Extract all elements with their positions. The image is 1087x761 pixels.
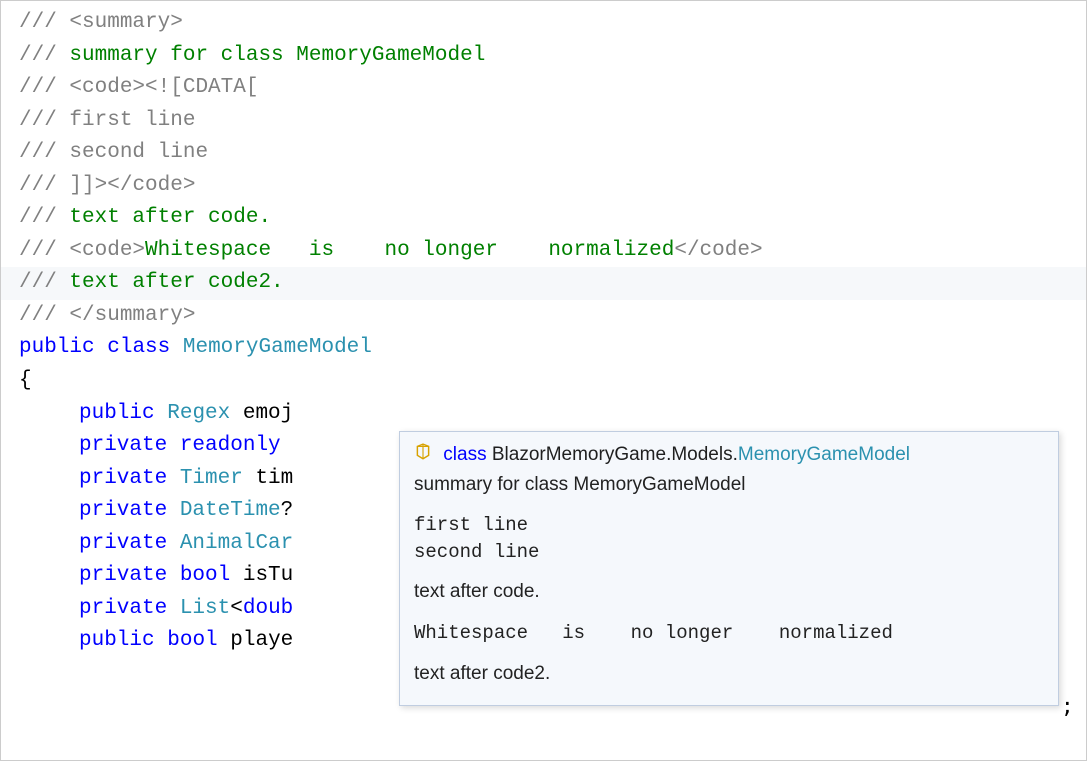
class-icon (414, 443, 432, 470)
code-token: <summary> (69, 11, 182, 34)
code-token (167, 597, 180, 620)
code-token: AnimalCar (180, 532, 293, 555)
code-token: Regex (167, 402, 230, 425)
tooltip-code-block-1: first line second line (414, 512, 1044, 565)
code-line[interactable]: /// ]]></code> (1, 170, 1086, 203)
tooltip-text-1: text after code. (414, 579, 1044, 606)
code-line[interactable]: /// <code><![CDATA[ (1, 72, 1086, 105)
code-token: readonly (180, 434, 281, 457)
tooltip-header: class BlazorMemoryGame.Models.MemoryGame… (414, 442, 1044, 470)
code-token: MemoryGameModel (183, 336, 372, 359)
code-line[interactable]: /// second line (1, 137, 1086, 170)
code-token: private (79, 564, 167, 587)
code-token: /// (19, 141, 69, 164)
code-token: public (79, 402, 155, 425)
tooltip-keyword: class (443, 444, 486, 465)
code-token: DateTime (180, 499, 281, 522)
code-token (95, 336, 108, 359)
code-token: private (79, 532, 167, 555)
code-token: </code> (107, 174, 195, 197)
trailing-semicolon: ; (1061, 694, 1074, 718)
code-token: isTu (230, 564, 293, 587)
code-token: /// (19, 239, 69, 262)
code-token (155, 629, 168, 652)
code-token: /// (19, 11, 69, 34)
code-token: Timer (180, 467, 243, 490)
code-token: { (19, 369, 32, 392)
code-token: Whitespace is no longer normalized (145, 239, 674, 262)
code-token (167, 564, 180, 587)
code-token: /// (19, 271, 69, 294)
tooltip-namespace: BlazorMemoryGame.Models. (492, 444, 738, 465)
code-token: <code> (69, 239, 145, 262)
code-token: /// (19, 304, 69, 327)
intellisense-tooltip: class BlazorMemoryGame.Models.MemoryGame… (399, 431, 1059, 706)
code-token: </summary> (69, 304, 195, 327)
code-token: first line (69, 109, 195, 132)
code-line[interactable]: /// <summary> (1, 7, 1086, 40)
tooltip-summary: summary for class MemoryGameModel (414, 472, 1044, 499)
code-token: doub (243, 597, 293, 620)
code-token: /// (19, 109, 69, 132)
code-token: tim (243, 467, 293, 490)
code-token: text after code. (69, 206, 271, 229)
tooltip-code-block-2: Whitespace is no longer normalized (414, 620, 1044, 647)
code-token: private (79, 597, 167, 620)
code-token: second line (69, 141, 208, 164)
code-line[interactable]: public class MemoryGameModel (1, 332, 1086, 365)
code-line[interactable]: /// </summary> (1, 300, 1086, 333)
code-token: <![CDATA[ (145, 76, 258, 99)
code-token (155, 402, 168, 425)
code-token (170, 336, 183, 359)
code-line[interactable]: /// first line (1, 105, 1086, 138)
code-token: ]]> (69, 174, 107, 197)
code-token: public (79, 629, 155, 652)
code-token (167, 532, 180, 555)
code-token: /// (19, 206, 69, 229)
code-token: private (79, 434, 167, 457)
code-token: public (19, 336, 95, 359)
code-token: ? (281, 499, 294, 522)
code-token: private (79, 499, 167, 522)
code-line[interactable]: /// <code>Whitespace is no longer normal… (1, 235, 1086, 268)
code-line[interactable]: public Regex emoj (1, 398, 1086, 431)
code-token: summary for class MemoryGameModel (69, 44, 485, 67)
code-token: bool (180, 564, 230, 587)
code-line[interactable]: { (1, 365, 1086, 398)
code-token: /// (19, 76, 69, 99)
code-token: class (107, 336, 170, 359)
tooltip-text-2: text after code2. (414, 661, 1044, 688)
code-token: bool (167, 629, 217, 652)
code-line[interactable]: /// text after code2. (1, 267, 1086, 300)
code-token: /// (19, 174, 69, 197)
code-line[interactable]: /// text after code. (1, 202, 1086, 235)
code-line[interactable]: /// summary for class MemoryGameModel (1, 40, 1086, 73)
code-token: text after code2. (69, 271, 283, 294)
code-token: /// (19, 44, 69, 67)
code-token: </code> (674, 239, 762, 262)
code-token: <code> (69, 76, 145, 99)
code-token: private (79, 467, 167, 490)
code-token: < (230, 597, 243, 620)
code-token (167, 499, 180, 522)
code-token (167, 434, 180, 457)
code-token (167, 467, 180, 490)
code-token (281, 434, 294, 457)
code-token: List (180, 597, 230, 620)
tooltip-type: MemoryGameModel (738, 444, 910, 465)
code-token: playe (218, 629, 294, 652)
code-token: emoj (230, 402, 293, 425)
